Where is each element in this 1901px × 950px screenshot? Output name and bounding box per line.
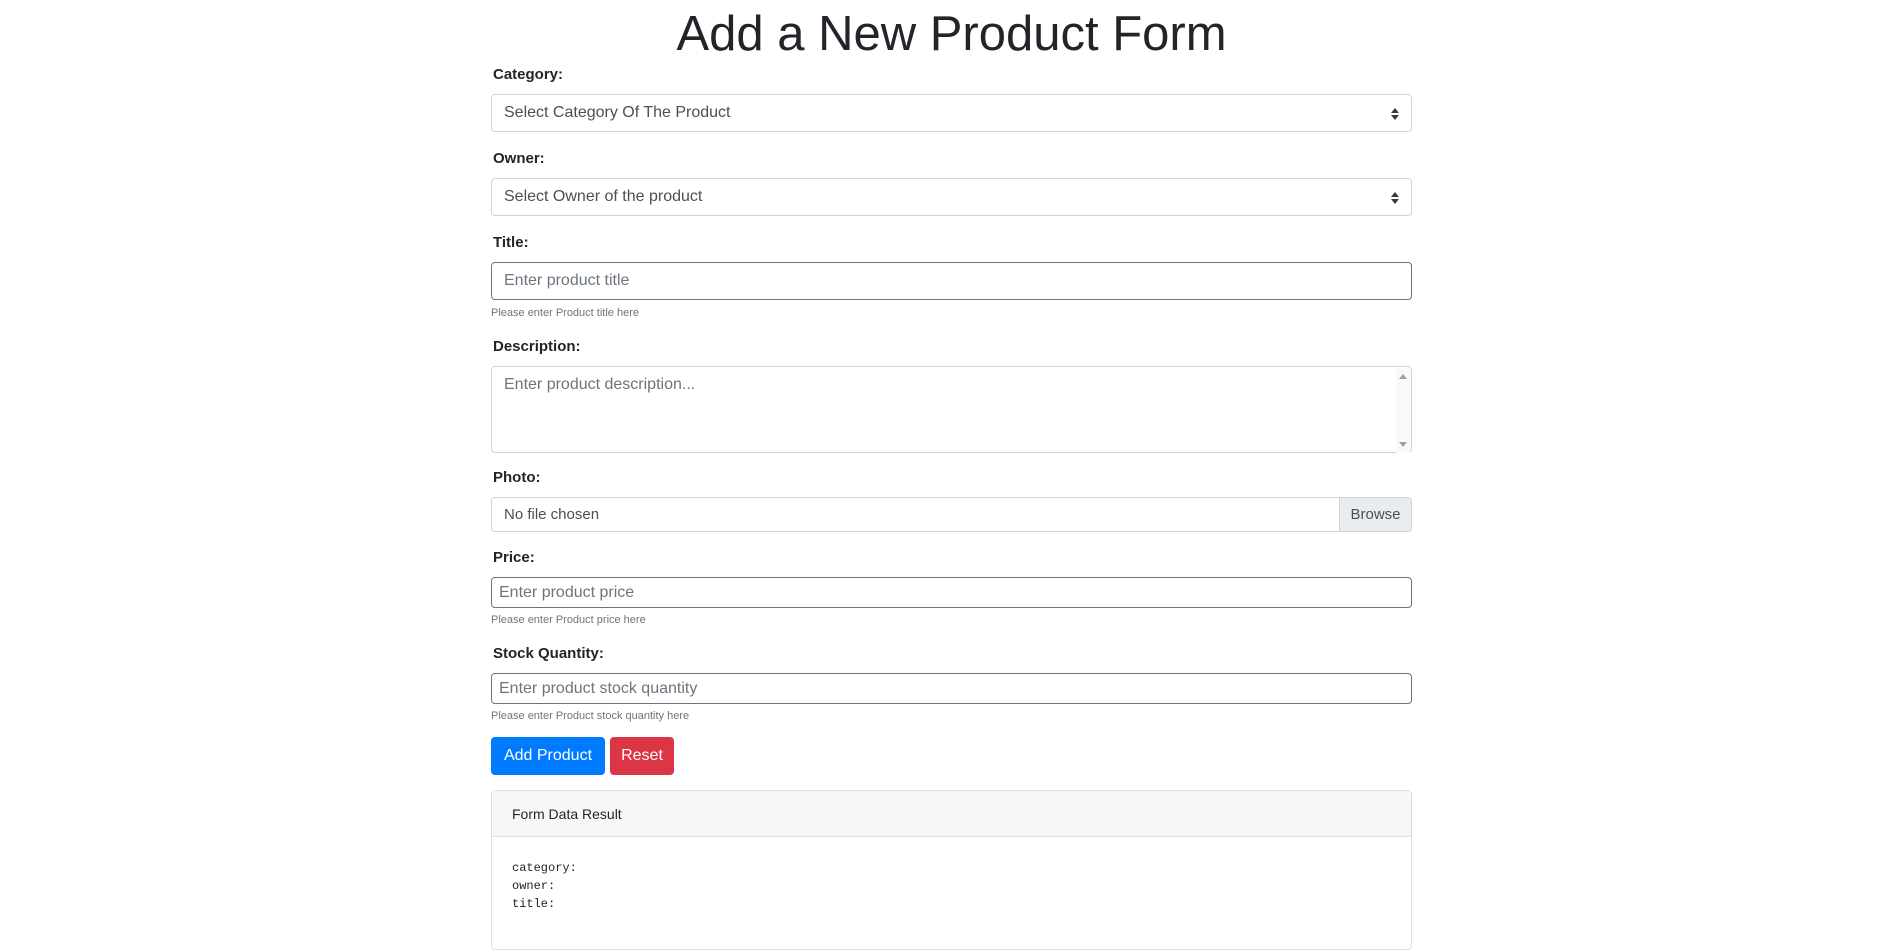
price-label: Price: <box>493 549 535 566</box>
category-label: Category: <box>493 66 564 83</box>
price-input[interactable] <box>491 577 1412 608</box>
description-group: Description: <box>491 338 1412 453</box>
description-box <box>491 366 1412 453</box>
browse-button[interactable]: Browse <box>1339 498 1411 531</box>
photo-label: Photo: <box>493 469 541 486</box>
category-group: Category: Select Category Of The Product <box>491 66 1412 132</box>
scroll-up-icon[interactable] <box>1399 374 1407 379</box>
stock-quantity-input[interactable] <box>491 673 1412 704</box>
owner-label: Owner: <box>493 150 545 167</box>
owner-group: Owner: Select Owner of the product <box>491 150 1412 216</box>
page-title: Add a New Product Form <box>676 7 1227 61</box>
category-selected-value: Select Category Of The Product <box>504 104 731 121</box>
title-help-text: Please enter Product title here <box>491 307 639 319</box>
product-form-container: Add a New Product Form Category: Select … <box>491 0 1412 950</box>
title-label: Title: <box>493 234 529 251</box>
photo-group: Photo: No file chosen Browse <box>491 469 1412 532</box>
photo-file-input[interactable]: No file chosen Browse <box>491 497 1412 532</box>
scroll-down-icon[interactable] <box>1399 442 1407 447</box>
stock-label: Stock Quantity: <box>493 645 604 662</box>
title-group: Title: Please enter Product title here <box>491 234 1412 319</box>
add-product-button[interactable]: Add Product <box>491 737 605 775</box>
result-line-category: category: <box>512 861 577 875</box>
stock-help-text: Please enter Product stock quantity here <box>491 710 690 722</box>
select-arrows-icon <box>1391 108 1399 120</box>
description-textarea[interactable] <box>492 367 1397 452</box>
stock-group: Stock Quantity: Please enter Product sto… <box>491 645 1412 722</box>
description-label: Description: <box>493 338 581 355</box>
form-data-result-card: Form Data Result category: owner: title: <box>491 790 1412 950</box>
price-help-text: Please enter Product price here <box>491 614 646 626</box>
file-status-text: No file chosen <box>504 506 600 523</box>
category-select[interactable]: Select Category Of The Product <box>491 94 1412 132</box>
card-header: Form Data Result <box>492 791 1411 837</box>
reset-button[interactable]: Reset <box>610 737 674 775</box>
card-body: category: owner: title: <box>492 837 1411 935</box>
owner-select[interactable]: Select Owner of the product <box>491 178 1412 216</box>
price-group: Price: Please enter Product price here <box>491 549 1412 626</box>
owner-selected-value: Select Owner of the product <box>504 188 703 205</box>
textarea-scrollbar[interactable] <box>1396 368 1410 453</box>
result-line-owner: owner: <box>512 879 556 893</box>
result-line-title: title: <box>512 897 556 911</box>
title-input[interactable] <box>491 262 1412 300</box>
select-arrows-icon <box>1391 192 1399 204</box>
